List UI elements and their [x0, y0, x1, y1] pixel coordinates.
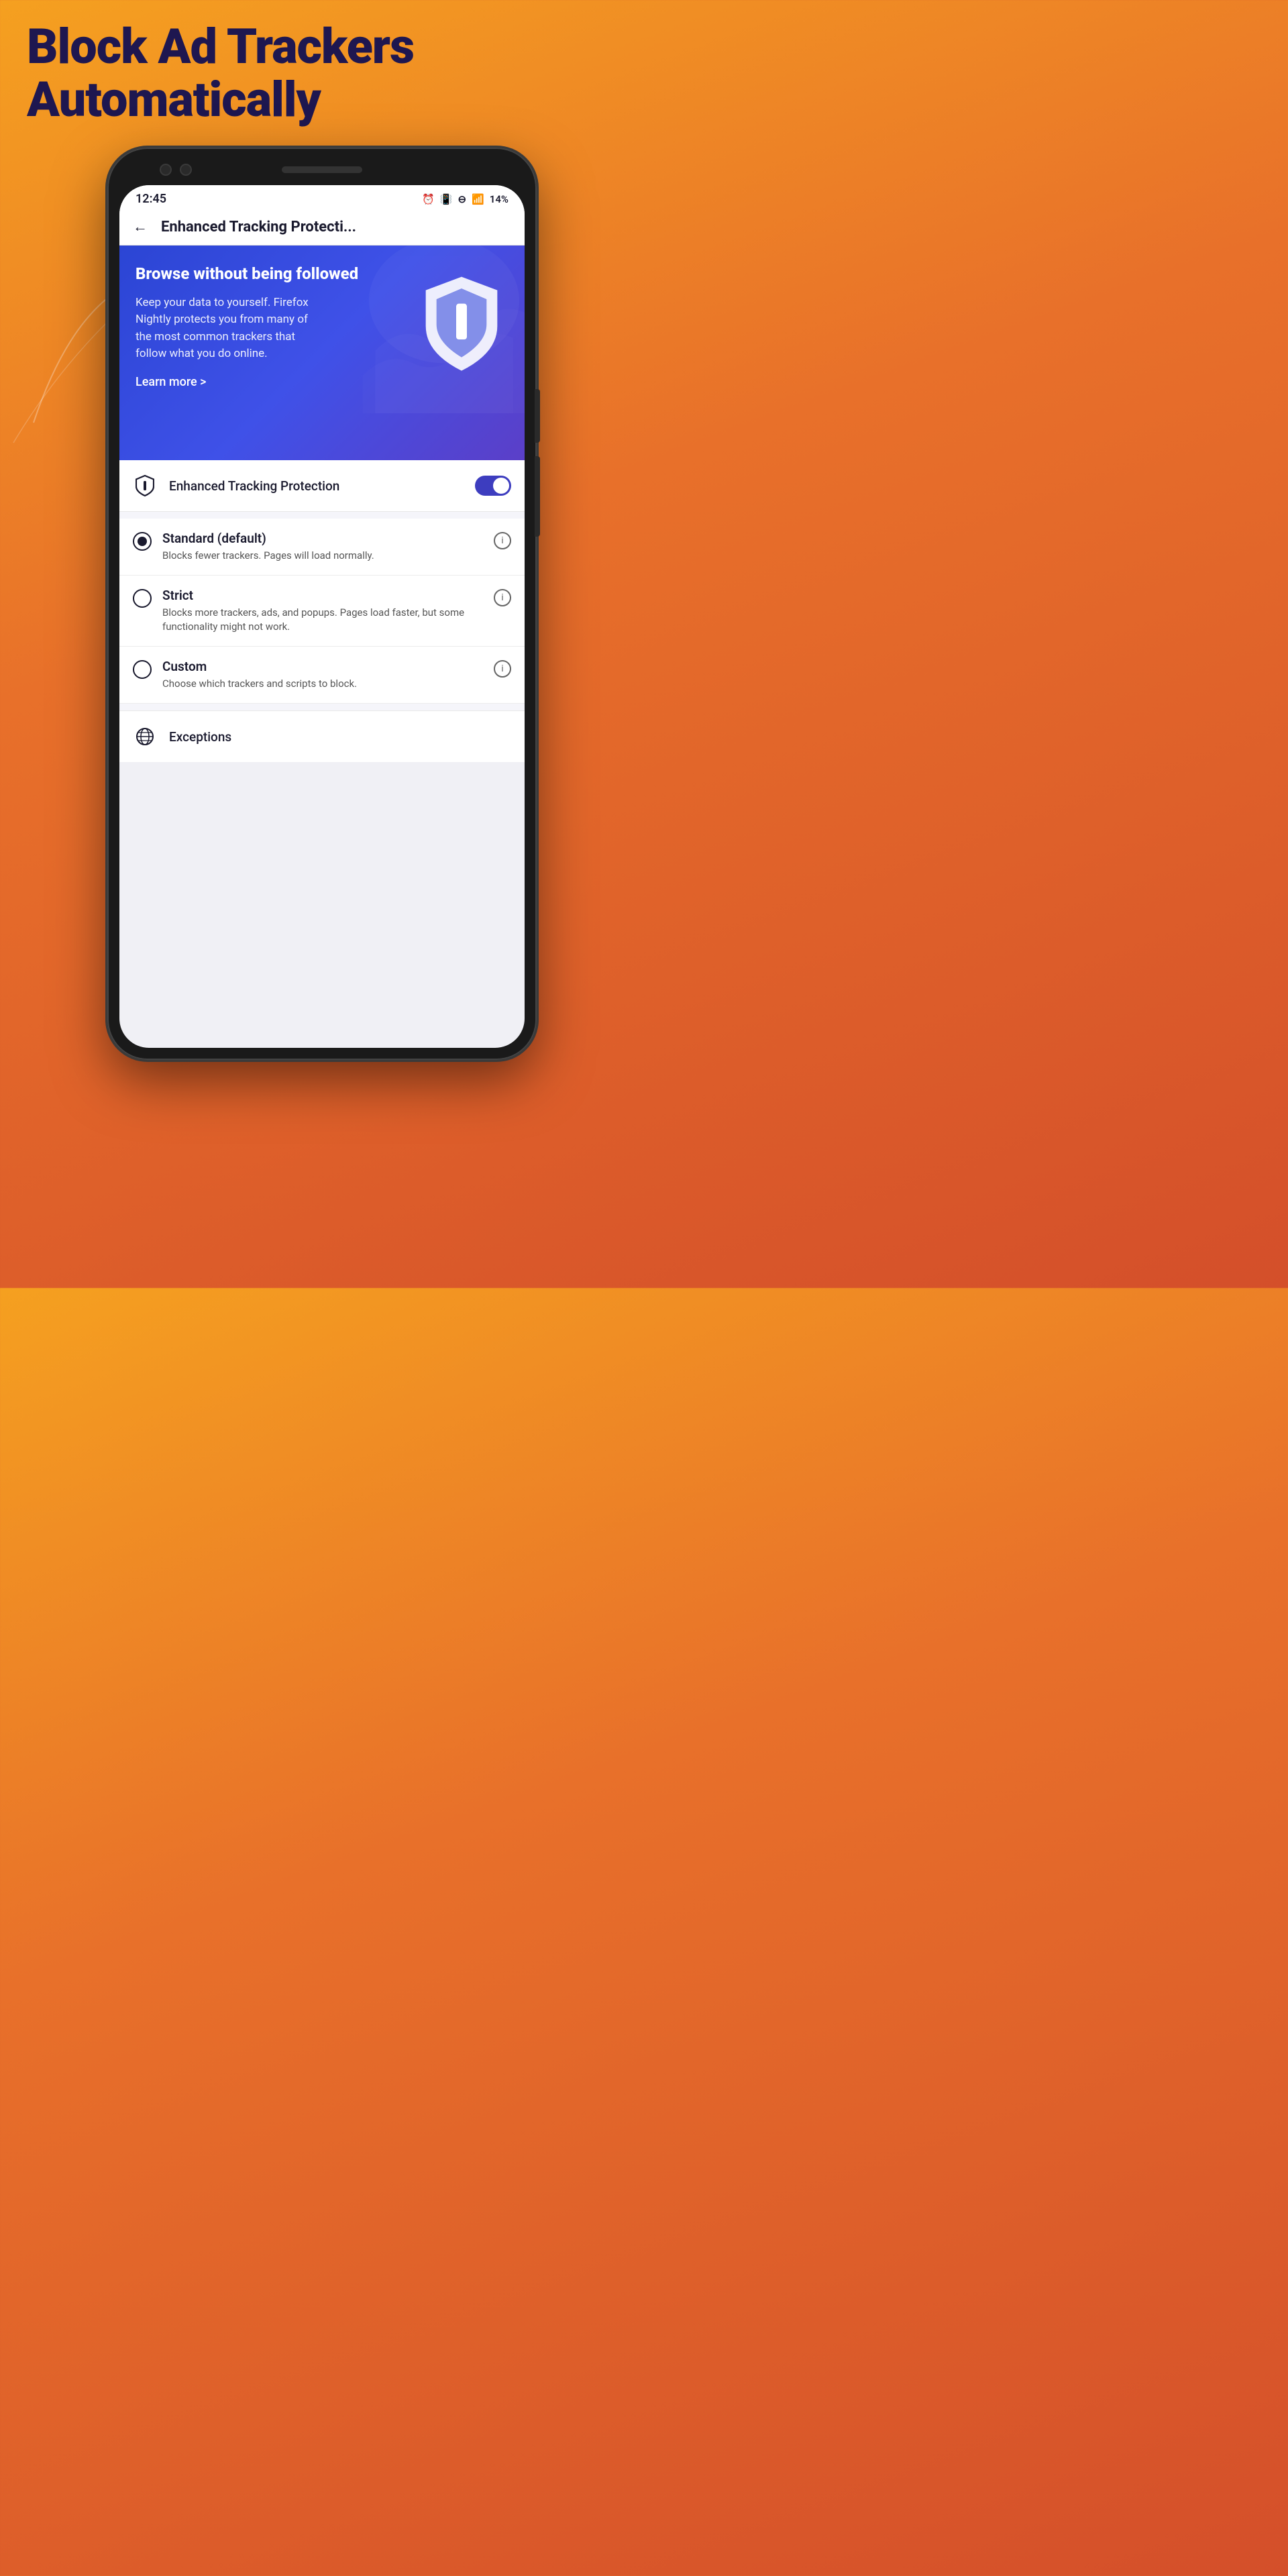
options-area: Standard (default) Blocks fewer trackers…	[119, 512, 525, 710]
status-bar: 12:45 ⏰ 📳 ⊖ 📶 14%	[119, 185, 525, 210]
headline-line2: Automatically	[27, 71, 321, 128]
option-strict-content: Strict Blocks more trackers, ads, and po…	[162, 588, 486, 634]
option-standard-desc: Blocks fewer trackers. Pages will load n…	[162, 549, 486, 563]
option-strict[interactable]: Strict Blocks more trackers, ads, and po…	[119, 576, 525, 647]
hero-banner: Browse without being followed Keep your …	[119, 246, 525, 460]
exceptions-row[interactable]: Exceptions	[119, 710, 525, 762]
phone-speaker	[282, 166, 362, 173]
vibrate-icon: 📳	[440, 193, 453, 205]
wifi-icon: 📶	[472, 193, 484, 205]
page-headline: Block Ad Trackers Automatically	[27, 20, 617, 126]
option-strict-title: Strict	[162, 588, 486, 603]
phone-screen: 12:45 ⏰ 📳 ⊖ 📶 14% ← Enhanced Tracking Pr…	[119, 185, 525, 1048]
phone-mockup: 12:45 ⏰ 📳 ⊖ 📶 14% ← Enhanced Tracking Pr…	[107, 148, 537, 1060]
info-strict-icon[interactable]: i	[494, 589, 511, 606]
etp-toggle[interactable]	[475, 476, 511, 496]
option-custom-content: Custom Choose which trackers and scripts…	[162, 659, 486, 691]
shield-setting-icon	[133, 474, 157, 498]
option-custom-desc: Choose which trackers and scripts to blo…	[162, 677, 486, 691]
option-strict-desc: Blocks more trackers, ads, and popups. P…	[162, 606, 486, 634]
volume-button	[535, 456, 540, 537]
headline-line1: Block Ad Trackers	[27, 18, 414, 75]
option-custom[interactable]: Custom Choose which trackers and scripts…	[119, 647, 525, 704]
alarm-icon: ⏰	[422, 193, 435, 205]
hero-body: Keep your data to yourself. Firefox Nigh…	[136, 294, 310, 363]
info-custom-icon[interactable]: i	[494, 660, 511, 678]
radio-custom[interactable]	[133, 660, 152, 679]
dnd-icon: ⊖	[458, 193, 467, 205]
front-camera-right	[180, 164, 192, 176]
phone-sensors	[119, 160, 525, 180]
back-button[interactable]: ←	[133, 218, 148, 235]
option-standard-content: Standard (default) Blocks fewer trackers…	[162, 531, 486, 563]
nav-title: Enhanced Tracking Protecti...	[161, 219, 356, 235]
power-button	[535, 389, 540, 443]
option-custom-title: Custom	[162, 659, 486, 674]
battery-text: 14%	[490, 193, 508, 205]
globe-icon	[133, 724, 157, 749]
main-toggle-row: Enhanced Tracking Protection	[119, 460, 525, 512]
exceptions-label: Exceptions	[169, 729, 231, 745]
front-camera-left	[160, 164, 172, 176]
option-standard-title: Standard (default)	[162, 531, 486, 546]
hero-shield-icon	[415, 272, 508, 382]
radio-standard[interactable]	[133, 532, 152, 551]
main-toggle-label: Enhanced Tracking Protection	[169, 478, 475, 494]
hero-title: Browse without being followed	[136, 264, 508, 284]
status-icons: ⏰ 📳 ⊖ 📶 14%	[422, 193, 508, 205]
status-time: 12:45	[136, 192, 166, 206]
nav-bar: ← Enhanced Tracking Protecti...	[119, 210, 525, 246]
learn-more-link[interactable]: Learn more >	[136, 375, 508, 389]
radio-strict[interactable]	[133, 589, 152, 608]
option-standard[interactable]: Standard (default) Blocks fewer trackers…	[119, 519, 525, 576]
info-standard-icon[interactable]: i	[494, 532, 511, 549]
